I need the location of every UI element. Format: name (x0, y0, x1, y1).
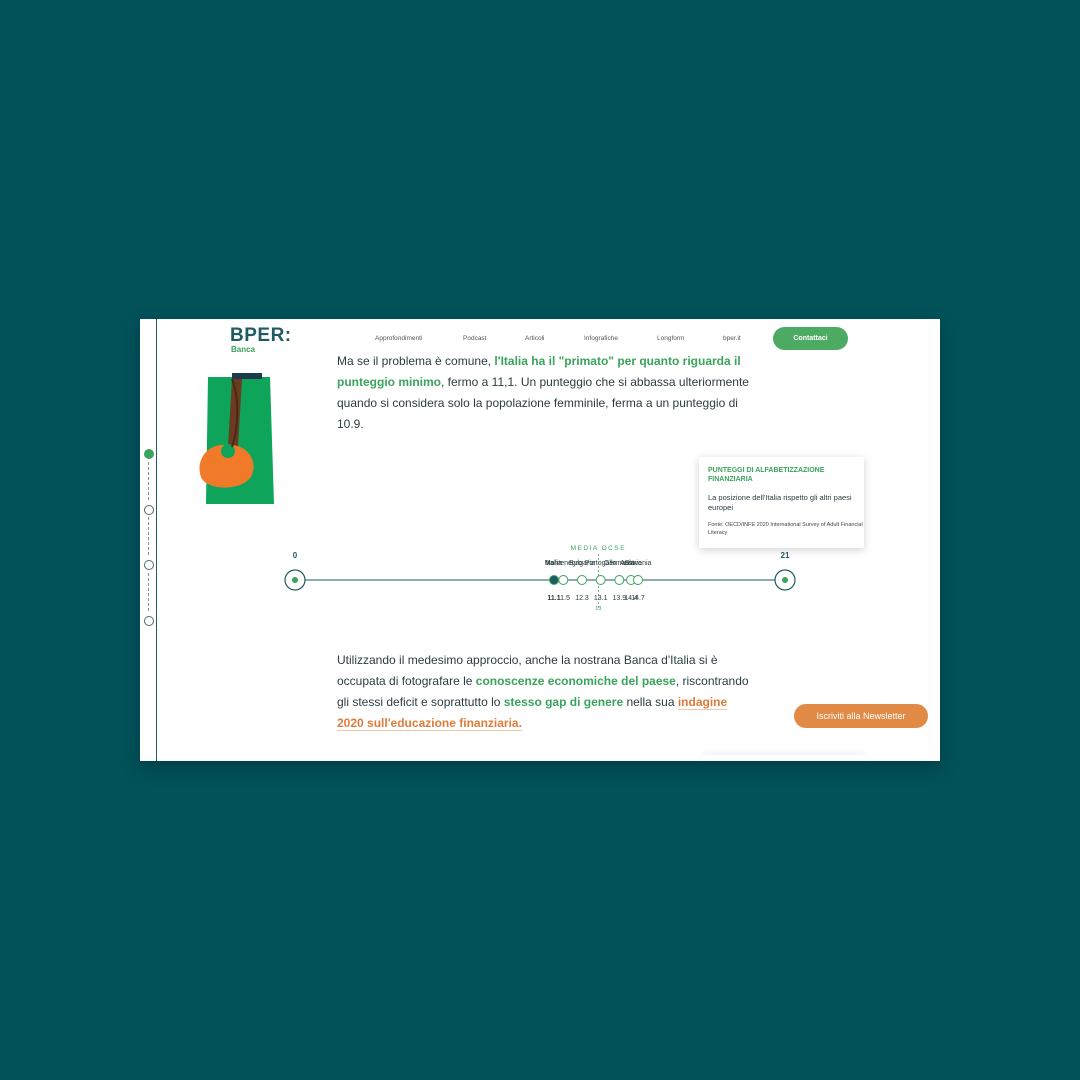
data-point (577, 575, 587, 585)
literacy-score-chart: 0 21MEDIA OCSE13Italia11.1Montenegro11.5B… (284, 545, 796, 612)
data-point (614, 575, 625, 585)
progress-dot-2[interactable] (144, 505, 154, 515)
card-shadow (702, 755, 867, 761)
nav-bper-it[interactable]: bper.it (723, 335, 741, 342)
paragraph-text: nella sua (623, 695, 678, 709)
bper-logo[interactable]: BPER: (230, 325, 292, 347)
nav-articoli[interactable]: Articoli (525, 335, 545, 342)
axis-end-dot (292, 577, 298, 583)
paragraph-text: Ma se il problema è comune, (337, 354, 495, 368)
progress-dot-3[interactable] (144, 560, 154, 570)
progress-dash (148, 462, 149, 500)
scale-max-label: 21 (781, 551, 790, 560)
data-point (549, 575, 559, 585)
person-illustration (199, 359, 274, 504)
data-point (633, 575, 643, 585)
data-point (558, 575, 569, 585)
nav-longform[interactable]: Longform (657, 335, 684, 342)
article-paragraph-1: Ma se il problema è comune, l'Italia ha … (337, 351, 752, 435)
average-label: MEDIA OCSE (571, 545, 626, 552)
contact-button[interactable]: Contattaci (773, 327, 848, 350)
progress-rail (156, 319, 157, 761)
info-card: PUNTEGGI DI ALFABETIZZAZIONE FINANZIARIA… (699, 457, 864, 548)
scale-min-label: 0 (293, 551, 298, 560)
value-label: 12.3 (575, 595, 589, 602)
bper-logo-subtitle: Banca (231, 345, 256, 354)
progress-dash (148, 573, 149, 611)
highlight-text: conoscenze economiche del paese (475, 674, 676, 688)
value-label: 14.7 (631, 595, 645, 602)
highlight-text: stesso gap di genere (503, 695, 624, 709)
axis-end-dot (782, 577, 788, 583)
newsletter-button[interactable]: Iscriviti alla Newsletter (794, 704, 928, 728)
browser-viewport: Ma se il problema è comune, l'Italia ha … (140, 319, 940, 761)
data-point (595, 575, 606, 585)
card-title: PUNTEGGI DI ALFABETIZZAZIONE FINANZIARIA (708, 467, 825, 483)
progress-dot-4[interactable] (144, 616, 154, 626)
country-label: Slovenia (625, 560, 652, 567)
nav-infografiche[interactable]: Infografiche (584, 335, 618, 342)
value-label: 11.5 (557, 595, 570, 602)
nav-approfondimenti[interactable]: Approfondimenti (375, 335, 422, 342)
article-paragraph-2: Utilizzando il medesimo approccio, anche… (337, 650, 752, 734)
nav-podcast[interactable]: Podcast (463, 335, 487, 342)
progress-dash (148, 517, 149, 555)
card-source: Fonte: OECD/INFE 2020 International Surv… (708, 522, 863, 536)
card-description: La posizione dell'Italia rispetto gli al… (708, 493, 852, 512)
average-value: 13 (595, 606, 601, 612)
progress-dot-1[interactable] (144, 449, 154, 459)
value-label: 13.1 (594, 595, 608, 602)
